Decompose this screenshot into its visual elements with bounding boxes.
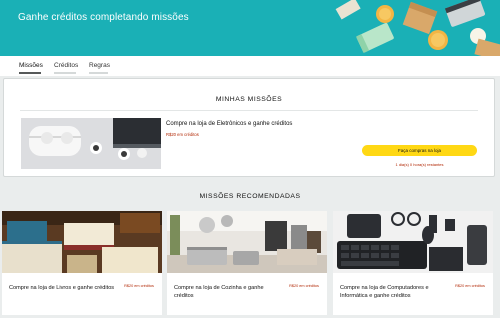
recommended-mission-title: Compre na loja de Livros e ganhe crédito…: [9, 285, 115, 291]
tab-regras-indicator: [89, 72, 108, 74]
books-image: [2, 211, 162, 273]
my-missions-card: MINHAS MISSÕES Compre na loja de Eletrôn…: [3, 78, 495, 177]
time-remaining: 1 dia(s) 0 hora(s) restantes: [395, 162, 444, 167]
recommended-mission-reward: R$20 em créditos: [455, 284, 485, 288]
recommended-mission-card-kitchen[interactable]: Compre na loja de Cozinha e ganhe crédit…: [167, 211, 327, 315]
section-divider: [20, 110, 478, 111]
wireless-earbuds-image: [21, 118, 161, 169]
my-missions-heading: MINHAS MISSÕES: [215, 96, 283, 103]
recommended-mission-title: Compre na loja de Computadores e Informá…: [340, 285, 429, 299]
computer-peripherals-image: [333, 211, 493, 273]
hero-decoration-image: [330, 0, 500, 56]
recommended-mission-card-computers[interactable]: Compre na loja de Computadores e Informá…: [333, 211, 493, 315]
hero-banner: Ganhe créditos completando missões: [0, 0, 500, 56]
recommended-missions-heading: MISSÕES RECOMENDADAS: [199, 193, 301, 200]
recommended-mission-card-books[interactable]: Compre na loja de Livros e ganhe crédito…: [2, 211, 162, 315]
page-title: Ganhe créditos completando missões: [18, 12, 189, 23]
tab-missoes-indicator: [19, 72, 41, 74]
tab-creditos[interactable]: Créditos: [54, 62, 78, 69]
mission-title[interactable]: Compre na loja de Eletrônicos e ganhe cr…: [166, 121, 292, 127]
recommended-mission-reward: R$20 em créditos: [124, 284, 154, 288]
mission-reward: R$20 em créditos: [166, 132, 199, 137]
shop-now-button[interactable]: Faça compras na loja: [362, 145, 477, 156]
tab-missoes[interactable]: Missões: [19, 62, 43, 69]
recommended-mission-title: Compre na loja de Cozinha e ganhe crédit…: [174, 285, 264, 299]
kitchen-image: [167, 211, 327, 273]
tab-creditos-indicator: [54, 72, 76, 74]
tab-regras[interactable]: Regras: [89, 62, 110, 69]
tab-bar: Missões Créditos Regras: [0, 56, 500, 76]
recommended-mission-reward: R$20 em créditos: [289, 284, 319, 288]
